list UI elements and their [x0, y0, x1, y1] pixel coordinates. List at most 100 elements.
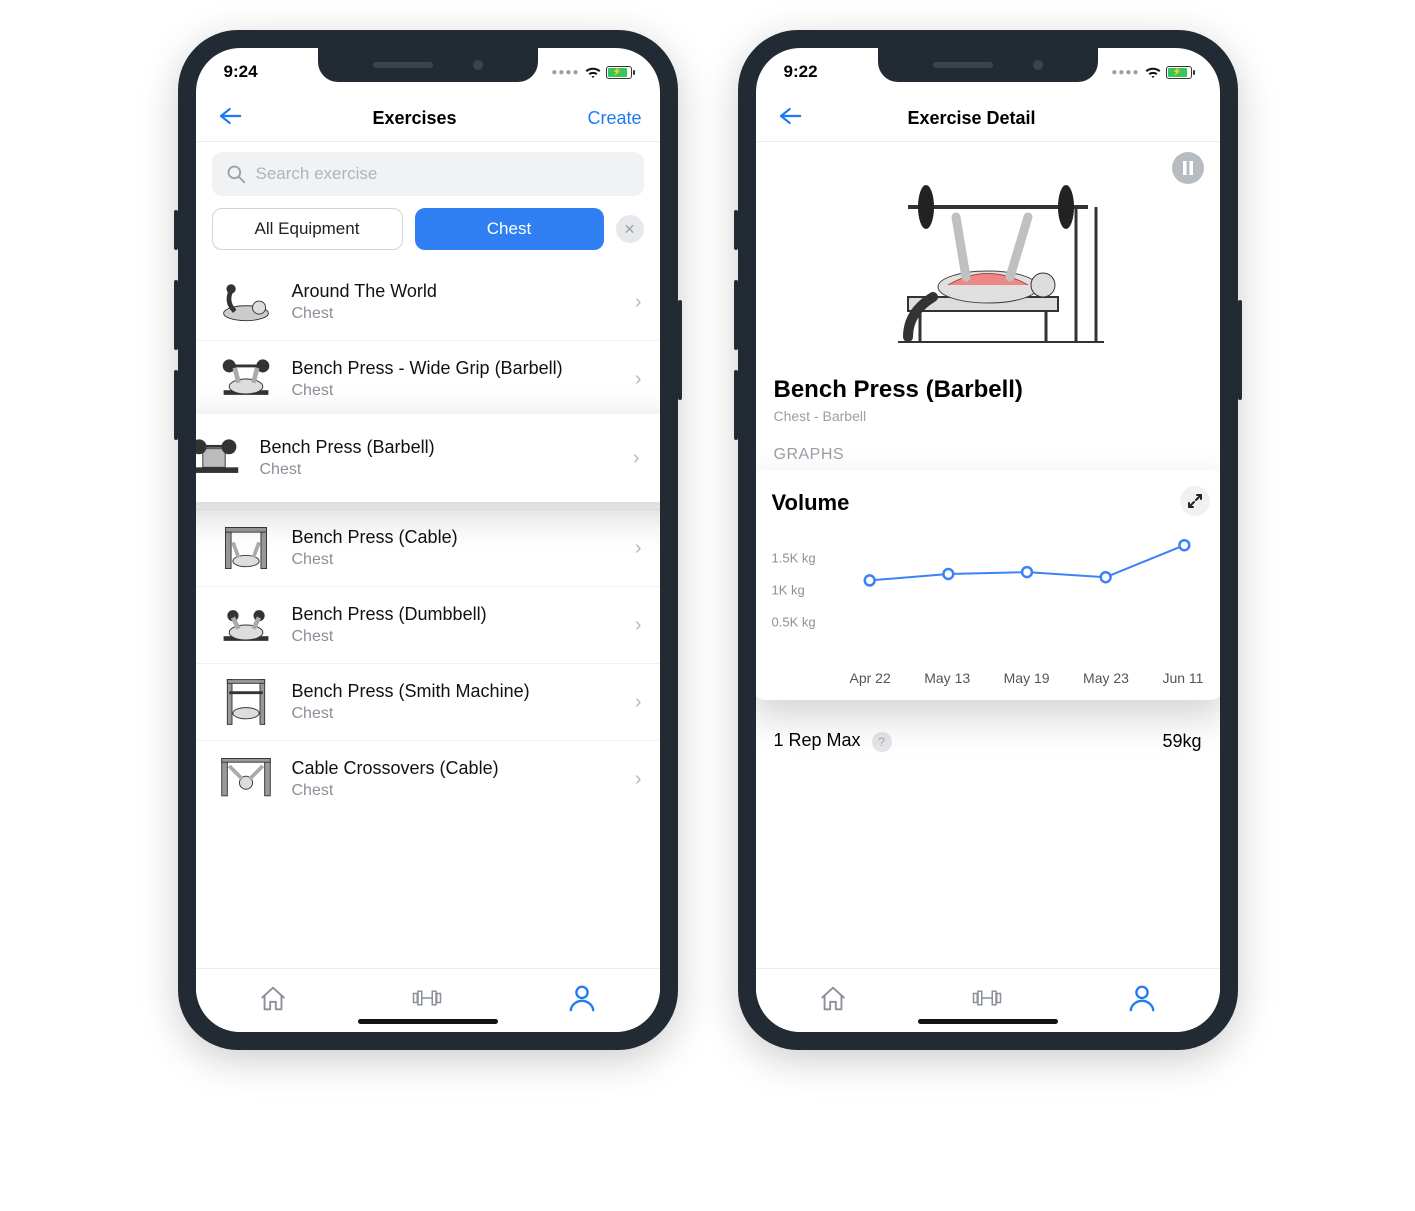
y-tick-label: 1K kg: [772, 583, 805, 598]
battery-icon: ⚡: [606, 66, 632, 79]
exercise-name: Bench Press (Cable): [292, 527, 617, 548]
battery-icon: ⚡: [1166, 66, 1192, 79]
exercise-thumb: [218, 520, 274, 576]
content: All Equipment Chest ✕ Around The World C…: [196, 142, 660, 968]
muscle-filter[interactable]: Chest: [415, 208, 604, 250]
search-input[interactable]: [256, 164, 630, 184]
tab-home[interactable]: [258, 983, 288, 1018]
dumbbell-icon: [972, 983, 1002, 1013]
wifi-icon: [584, 65, 602, 79]
y-tick-label: 1.5K kg: [772, 551, 816, 566]
exercise-row[interactable]: Bench Press (Cable) Chest ›: [196, 509, 660, 586]
exercise-illustration: [756, 142, 1220, 372]
tab-home[interactable]: [818, 983, 848, 1018]
exercise-subtitle: Chest - Barbell: [774, 408, 1202, 424]
x-tick-label: Apr 22: [850, 670, 891, 686]
exercise-thumb: [218, 274, 274, 330]
nav-bar: Exercise Detail: [756, 96, 1220, 142]
equipment-filter[interactable]: All Equipment: [212, 208, 403, 250]
exercise-muscle: Chest: [292, 382, 617, 400]
one-rep-max-row[interactable]: 1 Rep Max ? 59kg: [756, 714, 1220, 768]
exercise-name: Around The World: [292, 281, 617, 302]
page-title: Exercise Detail: [907, 108, 1035, 129]
exercise-row[interactable]: Bench Press - Wide Grip (Barbell) Chest …: [196, 340, 660, 417]
exercise-row[interactable]: Cable Crossovers (Cable) Chest ›: [196, 740, 660, 817]
tab-profile[interactable]: [567, 983, 597, 1018]
x-tick-label: May 19: [1004, 670, 1050, 686]
back-button[interactable]: [214, 105, 242, 132]
exercise-thumb: [196, 430, 242, 486]
exercise-thumb: [218, 751, 274, 807]
x-tick-label: May 13: [924, 670, 970, 686]
exercise-row[interactable]: Bench Press (Dumbbell) Chest ›: [196, 586, 660, 663]
wifi-icon: [1144, 65, 1162, 79]
exercise-muscle: Chest: [292, 551, 617, 569]
search-icon: [226, 164, 246, 184]
phone-right: 9:22 ●●●● ⚡ Exercise Detail: [738, 30, 1238, 1050]
expand-button[interactable]: [1180, 486, 1210, 516]
exercise-thumb: [218, 351, 274, 407]
volume-chart: 0.5K kg1K kg1.5K kg Apr 22May 13May 19Ma…: [772, 526, 1204, 686]
nav-bar: Exercises Create: [196, 96, 660, 142]
home-icon: [258, 983, 288, 1013]
exercise-name: Bench Press (Smith Machine): [292, 681, 617, 702]
exercise-muscle: Chest: [260, 461, 615, 479]
exercise-title: Bench Press (Barbell): [774, 376, 1202, 404]
home-indicator[interactable]: [918, 1019, 1058, 1024]
exercise-name: Cable Crossovers (Cable): [292, 758, 617, 779]
detail-header: Bench Press (Barbell) Chest - Barbell GR…: [756, 372, 1220, 464]
status-icons: ●●●● ⚡: [1111, 65, 1191, 79]
exercise-muscle: Chest: [292, 305, 617, 323]
pause-icon: [1182, 161, 1194, 175]
one-rep-max-label: 1 Rep Max: [774, 730, 861, 750]
exercise-thumb: [218, 597, 274, 653]
screen-exercises: 9:24 ●●●● ⚡ Exercises Create All Equipme…: [196, 48, 660, 1032]
search-bar[interactable]: [212, 152, 644, 196]
create-button[interactable]: Create: [587, 108, 641, 129]
back-button[interactable]: [774, 105, 802, 132]
status-time: 9:22: [784, 62, 818, 82]
chevron-right-icon: ›: [635, 614, 642, 637]
exercise-muscle: Chest: [292, 782, 617, 800]
expand-icon: [1188, 494, 1202, 508]
chevron-right-icon: ›: [635, 368, 642, 391]
tab-workouts[interactable]: [412, 983, 442, 1018]
y-tick-label: 0.5K kg: [772, 615, 816, 630]
chevron-right-icon: ›: [635, 537, 642, 560]
profile-icon: [567, 983, 597, 1013]
cellular-icon: ●●●●: [1111, 67, 1139, 78]
exercise-thumb: [218, 674, 274, 730]
exercise-row[interactable]: Bench Press (Smith Machine) Chest ›: [196, 663, 660, 740]
exercise-list[interactable]: Around The World Chest › Bench Press - W…: [196, 264, 660, 817]
exercise-row-highlighted[interactable]: Bench Press (Barbell) Chest ›: [196, 414, 660, 502]
chevron-right-icon: ›: [635, 691, 642, 714]
status-icons: ●●●● ⚡: [551, 65, 631, 79]
tab-profile[interactable]: [1127, 983, 1157, 1018]
clear-filter-button[interactable]: ✕: [616, 215, 644, 243]
content[interactable]: Bench Press (Barbell) Chest - Barbell GR…: [756, 142, 1220, 968]
x-tick-label: Jun 11: [1162, 670, 1203, 686]
exercise-name: Bench Press - Wide Grip (Barbell): [292, 358, 617, 379]
exercise-muscle: Chest: [292, 628, 617, 646]
dumbbell-icon: [412, 983, 442, 1013]
profile-icon: [1127, 983, 1157, 1013]
exercise-muscle: Chest: [292, 705, 617, 723]
one-rep-max-value: 59kg: [1162, 731, 1201, 752]
tab-workouts[interactable]: [972, 983, 1002, 1018]
home-indicator[interactable]: [358, 1019, 498, 1024]
volume-card[interactable]: Volume 0.5K kg 1K kg 1.5K kg Apr 22 May 13 M…: [756, 470, 1220, 700]
notch: [318, 48, 538, 82]
filter-row: All Equipment Chest ✕: [196, 208, 660, 264]
exercise-name: Bench Press (Barbell): [260, 437, 615, 458]
help-icon[interactable]: ?: [872, 732, 892, 752]
chevron-right-icon: ›: [633, 447, 640, 470]
exercise-row[interactable]: Around The World Chest ›: [196, 264, 660, 340]
chevron-right-icon: ›: [635, 768, 642, 791]
card-title: Volume: [772, 490, 1204, 516]
phone-left: 9:24 ●●●● ⚡ Exercises Create All Equipme…: [178, 30, 678, 1050]
pause-button[interactable]: [1172, 152, 1204, 184]
section-graphs-label: GRAPHS: [774, 446, 1202, 464]
screen-detail: 9:22 ●●●● ⚡ Exercise Detail: [756, 48, 1220, 1032]
notch: [878, 48, 1098, 82]
exercise-name: Bench Press (Dumbbell): [292, 604, 617, 625]
